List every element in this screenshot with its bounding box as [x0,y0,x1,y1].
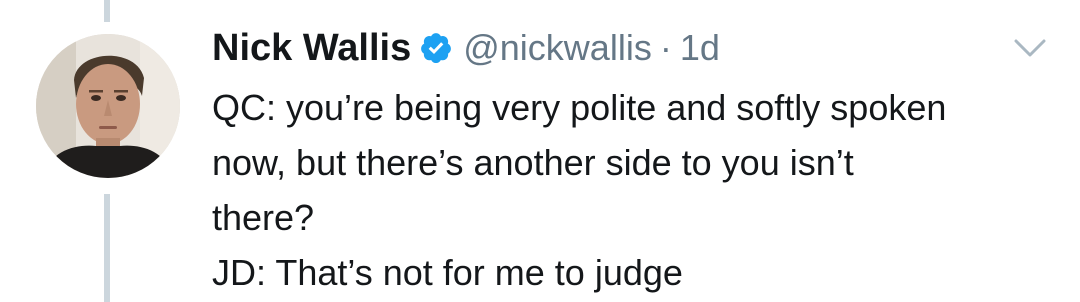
separator-dot: · [659,27,672,68]
tweet-text-line: there? [212,197,315,238]
verified-badge-icon [419,31,453,65]
tweet-text: QC: you’re being very polite and softly … [212,80,1052,300]
avatar-photo [36,34,180,178]
tweet-timestamp[interactable]: 1d [680,27,720,69]
tweet-text-line: JD: That’s not for me to judge [212,252,683,293]
tweet-text-line: QC: you’re being very polite and softly … [212,87,947,128]
thread-line-top [104,0,110,22]
chevron-down-icon[interactable] [1012,36,1048,60]
tweet-header: Nick Wallis @nickwallis · 1d [212,22,1052,74]
author-name[interactable]: Nick Wallis [212,27,411,70]
thread-line-bottom [104,194,110,302]
tweet-text-line: now, but there’s another side to you isn… [212,142,854,183]
avatar[interactable] [36,34,180,178]
tweet[interactable]: Nick Wallis @nickwallis · 1d QC: you’re … [212,22,1052,300]
author-handle[interactable]: @nickwallis [463,27,652,69]
